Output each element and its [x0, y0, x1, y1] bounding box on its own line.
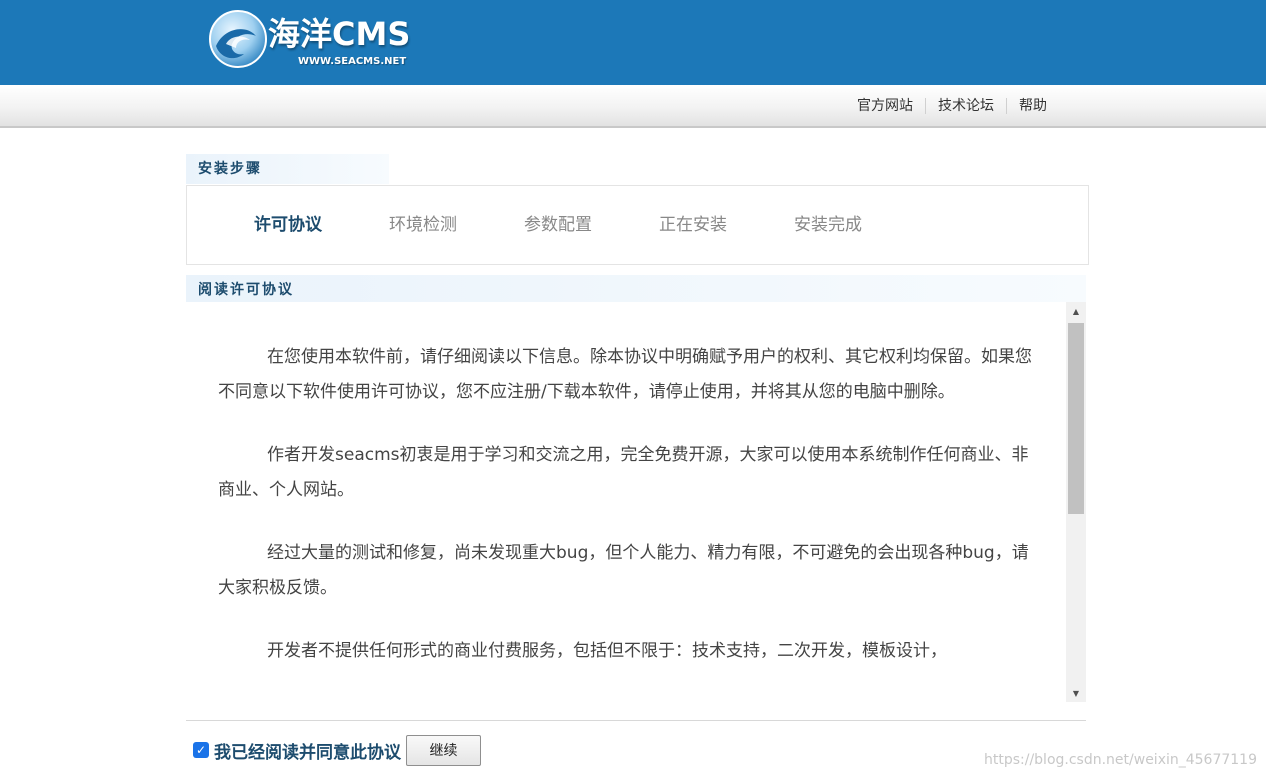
nav-help[interactable]: 帮助: [1007, 97, 1059, 115]
agree-checkbox[interactable]: ✓: [193, 742, 209, 758]
top-nav: 官方网站 技术论坛 帮助: [845, 85, 1059, 126]
license-text: 在您使用本软件前，请仔细阅读以下信息。除本协议中明确赋予用户的权利、其它权利均保…: [218, 340, 1034, 697]
license-paragraph: 在您使用本软件前，请仔细阅读以下信息。除本协议中明确赋予用户的权利、其它权利均保…: [218, 347, 1032, 402]
wave-logo-icon: [209, 10, 267, 68]
agree-row: ✓ 我已经阅读并同意此协议 继续: [193, 734, 481, 766]
license-panel[interactable]: 在您使用本软件前，请仔细阅读以下信息。除本协议中明确赋予用户的权利、其它权利均保…: [186, 302, 1086, 702]
step-installing: 正在安装: [659, 215, 727, 235]
sub-nav-bar: 官方网站 技术论坛 帮助: [0, 85, 1266, 128]
scroll-up-arrow-icon[interactable]: ▲: [1066, 302, 1086, 320]
divider: [186, 720, 1086, 721]
nav-official-site[interactable]: 官方网站: [845, 97, 925, 115]
step-config: 参数配置: [524, 215, 592, 235]
license-paragraph: 作者开发seacms初衷是用于学习和交流之用，完全免费开源，大家可以使用本系统制…: [218, 445, 1029, 500]
continue-button[interactable]: 继续: [406, 734, 481, 766]
watermark: https://blog.csdn.net/weixin_45677119: [983, 752, 1257, 768]
license-scrollbar[interactable]: ▲ ▼: [1066, 302, 1086, 702]
scrollbar-thumb[interactable]: [1068, 323, 1084, 514]
scroll-down-arrow-icon[interactable]: ▼: [1066, 684, 1086, 702]
step-env-check: 环境检测: [389, 215, 457, 235]
install-steps: 许可协议 环境检测 参数配置 正在安装 安装完成: [186, 185, 1089, 265]
read-license-heading: 阅读许可协议: [186, 275, 1086, 305]
license-paragraph: 经过大量的测试和修复，尚未发现重大bug，但个人能力、精力有限，不可避免的会出现…: [218, 543, 1029, 598]
install-steps-heading: 安装步骤: [186, 154, 389, 184]
agree-label[interactable]: 我已经阅读并同意此协议: [214, 738, 401, 763]
header-bar: 海洋CMS WWW.SEACMS.NET: [0, 0, 1266, 85]
logo-url: WWW.SEACMS.NET: [298, 56, 407, 67]
step-license: 许可协议: [254, 215, 322, 235]
logo-title: 海洋CMS: [268, 15, 411, 53]
license-paragraph: 开发者不提供任何形式的商业付费服务，包括但不限于：技术支持，二次开发，模板设计，: [267, 641, 947, 661]
nav-tech-forum[interactable]: 技术论坛: [926, 97, 1006, 115]
logo[interactable]: 海洋CMS WWW.SEACMS.NET: [206, 6, 436, 70]
step-complete: 安装完成: [794, 215, 862, 235]
